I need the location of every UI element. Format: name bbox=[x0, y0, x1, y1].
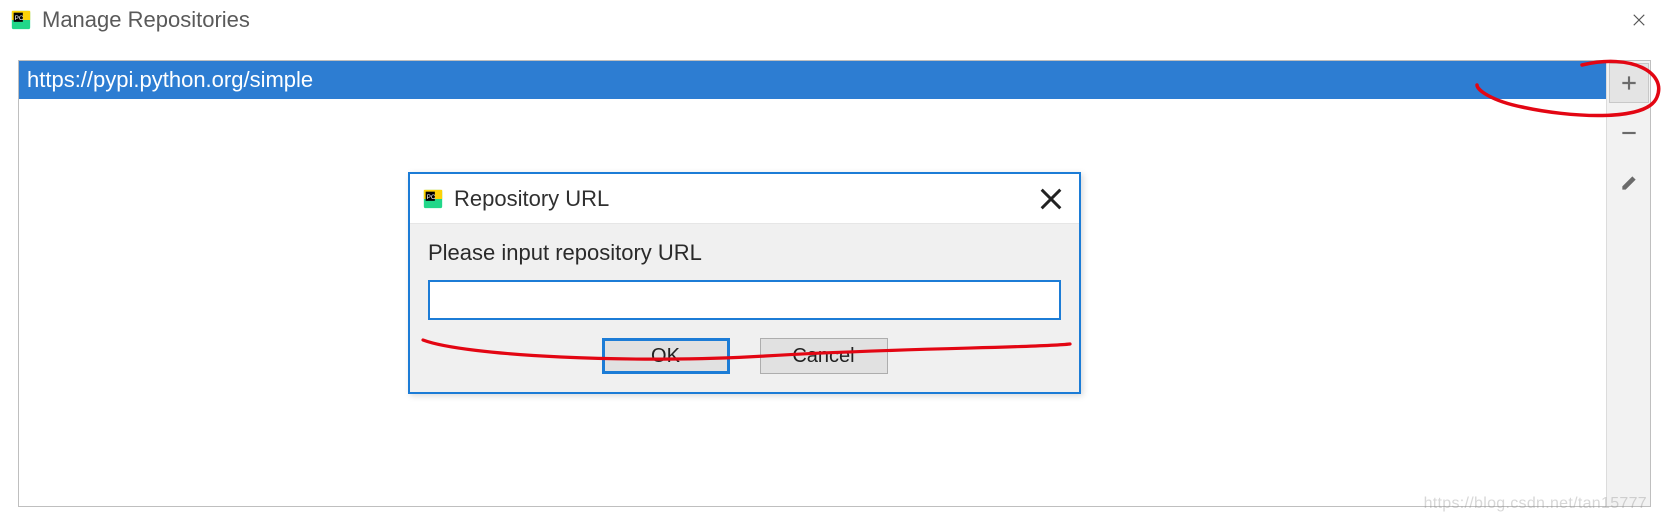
dialog-titlebar[interactable]: PC Repository URL bbox=[410, 174, 1079, 224]
repository-url-dialog: PC Repository URL Please input repositor… bbox=[408, 172, 1081, 394]
remove-repository-button[interactable] bbox=[1609, 113, 1649, 153]
close-icon bbox=[1630, 11, 1648, 29]
add-repository-button[interactable] bbox=[1609, 63, 1649, 103]
svg-text:PC: PC bbox=[427, 194, 436, 201]
repository-url-text: https://pypi.python.org/simple bbox=[27, 67, 313, 92]
edit-repository-button[interactable] bbox=[1609, 163, 1649, 203]
repository-list-item[interactable]: https://pypi.python.org/simple bbox=[19, 61, 1606, 99]
close-icon bbox=[1035, 183, 1067, 215]
dialog-close-button[interactable] bbox=[1035, 183, 1067, 215]
pycharm-app-icon: PC bbox=[10, 9, 32, 31]
pycharm-app-icon: PC bbox=[422, 188, 444, 210]
repository-url-input[interactable] bbox=[428, 280, 1061, 320]
minus-icon bbox=[1619, 123, 1639, 143]
pencil-icon bbox=[1619, 173, 1639, 193]
ok-button[interactable]: OK bbox=[602, 338, 730, 374]
cancel-button[interactable]: Cancel bbox=[760, 338, 888, 374]
plus-icon bbox=[1619, 73, 1639, 93]
side-toolbar bbox=[1606, 61, 1650, 506]
dialog-title: Repository URL bbox=[454, 186, 609, 212]
dialog-button-row: OK Cancel bbox=[428, 338, 1061, 374]
watermark-text: https://blog.csdn.net/tan15777 bbox=[1424, 495, 1647, 513]
dialog-prompt-label: Please input repository URL bbox=[428, 240, 1061, 266]
dialog-body: Please input repository URL OK Cancel bbox=[410, 224, 1079, 392]
svg-text:PC: PC bbox=[15, 15, 24, 22]
window-close-button[interactable] bbox=[1619, 0, 1659, 40]
window-title: Manage Repositories bbox=[42, 7, 250, 33]
titlebar: PC Manage Repositories bbox=[0, 0, 1669, 40]
